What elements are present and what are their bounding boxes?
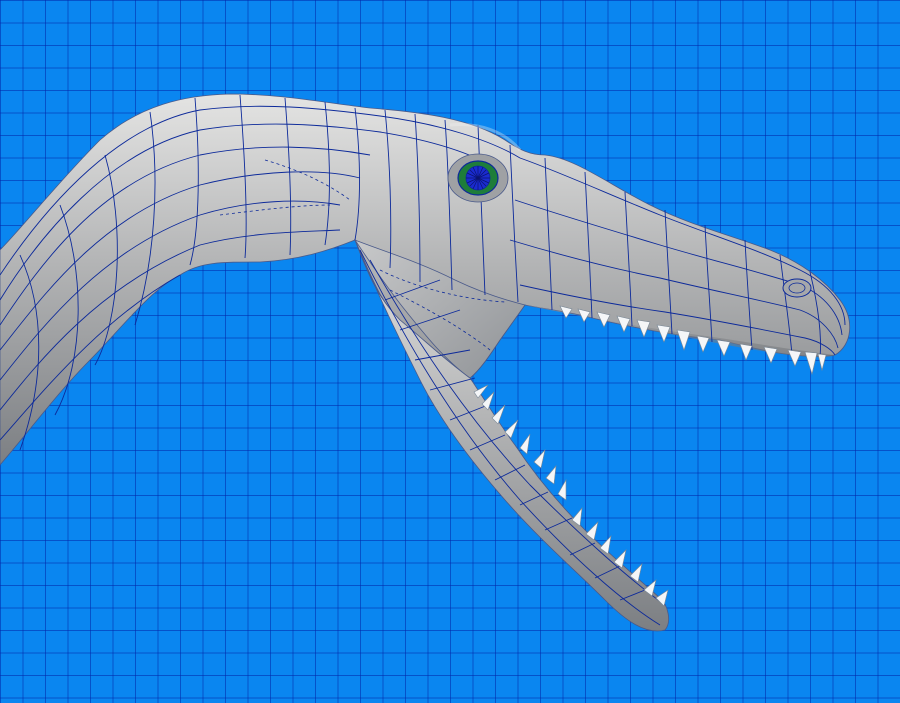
nostril[interactable] [782, 278, 812, 298]
eye[interactable] [447, 153, 509, 203]
model-canvas[interactable] [0, 0, 900, 703]
3d-viewport[interactable] [0, 0, 900, 703]
